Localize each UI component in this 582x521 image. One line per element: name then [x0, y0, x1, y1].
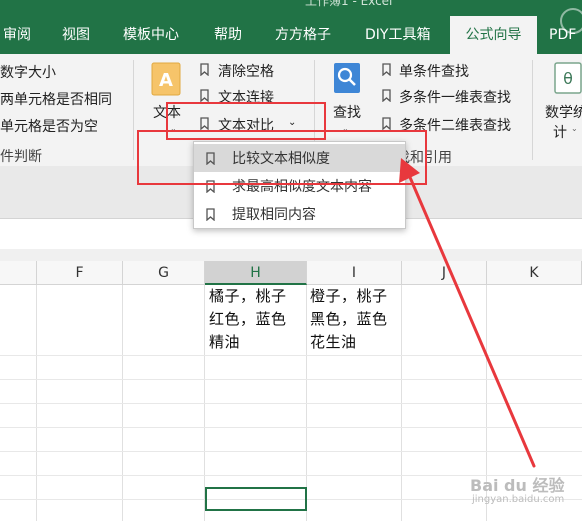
- annotation-arrow: [399, 158, 536, 468]
- watermark-logo: [560, 8, 582, 34]
- watermark-brand: Bai du 经验: [470, 476, 565, 495]
- watermark-url: jingyan.baidu.com: [472, 494, 565, 505]
